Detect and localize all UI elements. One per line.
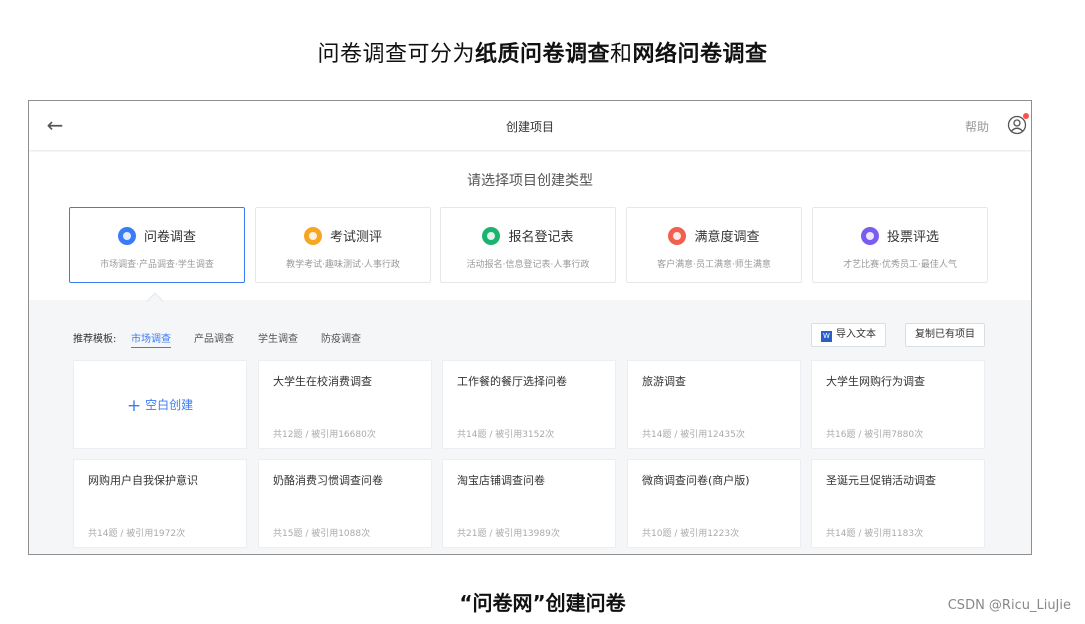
selection-pointer xyxy=(146,292,164,310)
tab-student[interactable]: 学生调查 xyxy=(258,330,298,345)
template-title: 微商调查问卷(商户版) xyxy=(642,474,750,487)
template-title: 大学生在校消费调查 xyxy=(273,375,372,388)
type-card-survey[interactable]: 问卷调查 市场调查·产品调查·学生调查 xyxy=(69,207,245,283)
top-bar: ← 创建项目 帮助 xyxy=(29,101,1031,151)
template-card[interactable]: 工作餐的餐厅选择问卷 共14题 / 被引用3152次 xyxy=(442,360,616,449)
blank-create-label: 空白创建 xyxy=(145,398,194,412)
template-card[interactable]: 圣诞元旦促销活动调查 共14题 / 被引用1183次 xyxy=(811,459,985,548)
template-card[interactable]: 奶酪消费习惯调查问卷 共15题 / 被引用1088次 xyxy=(258,459,432,548)
project-type-panel: 请选择项目创建类型 问卷调查 市场调查·产品调查·学生调查 考试测评 教学考试·… xyxy=(29,152,1031,310)
satisfaction-icon xyxy=(668,227,687,245)
template-meta: 共14题 / 被引用12435次 xyxy=(642,430,745,440)
tab-product[interactable]: 产品调查 xyxy=(194,330,234,345)
type-desc: 客户满意·员工满意·师生满意 xyxy=(657,260,771,270)
type-card-vote[interactable]: 投票评选 才艺比赛·优秀员工·最佳人气 xyxy=(812,207,988,283)
word-doc-icon: W xyxy=(821,331,832,342)
tab-market[interactable]: 市场调查 xyxy=(131,330,171,348)
type-desc: 教学考试·趣味测试·人事行政 xyxy=(286,260,400,270)
template-meta: 共12题 / 被引用16680次 xyxy=(273,430,376,440)
type-card-exam[interactable]: 考试测评 教学考试·趣味测试·人事行政 xyxy=(255,207,431,283)
heading-online: 网络问卷调查 xyxy=(632,42,768,67)
template-title: 奶酪消费习惯调查问卷 xyxy=(273,474,383,487)
template-card[interactable]: 大学生在校消费调查 共12题 / 被引用16680次 xyxy=(258,360,432,449)
survey-check-icon xyxy=(117,227,136,245)
type-label: 问卷调查 xyxy=(143,230,196,245)
template-title: 圣诞元旦促销活动调查 xyxy=(826,474,936,487)
type-prompt: 请选择项目创建类型 xyxy=(467,173,593,189)
registration-icon xyxy=(482,227,501,245)
import-text-label: 导入文本 xyxy=(836,329,876,340)
type-label: 报名登记表 xyxy=(508,230,574,245)
type-desc: 才艺比赛·优秀员工·最佳人气 xyxy=(843,260,957,270)
template-meta: 共16题 / 被引用7880次 xyxy=(826,430,924,440)
template-card[interactable]: 旅游调查 共14题 / 被引用12435次 xyxy=(627,360,801,449)
template-meta: 共14题 / 被引用1972次 xyxy=(88,529,186,539)
exam-icon xyxy=(303,227,322,245)
heading-prefix: 问卷调查可分为 xyxy=(317,42,475,67)
blank-create-card[interactable]: + 空白创建 xyxy=(73,360,247,449)
template-meta: 共14题 / 被引用1183次 xyxy=(826,529,924,539)
screenshot-frame: ← 创建项目 帮助 请选择项目创建类型 问卷调查 市场调查·产品调查·学生调查 … xyxy=(28,100,1032,555)
type-label: 满意度调查 xyxy=(694,230,760,245)
watermark: CSDN @Ricu_LiuJie xyxy=(947,598,1071,613)
notification-dot xyxy=(1023,113,1029,119)
template-meta: 共21题 / 被引用13989次 xyxy=(457,529,560,539)
template-meta: 共15题 / 被引用1088次 xyxy=(273,529,371,539)
copy-project-button[interactable]: 复制已有项目 xyxy=(905,323,985,347)
template-card[interactable]: 大学生网购行为调查 共16题 / 被引用7880次 xyxy=(811,360,985,449)
template-meta: 共10题 / 被引用1223次 xyxy=(642,529,740,539)
type-card-registration[interactable]: 报名登记表 活动报名·信息登记表·人事行政 xyxy=(440,207,616,283)
heading-and: 和 xyxy=(610,42,633,67)
type-label: 考试测评 xyxy=(329,230,382,245)
template-card[interactable]: 网购用户自我保护意识 共14题 / 被引用1972次 xyxy=(73,459,247,548)
type-desc: 市场调查·产品调查·学生调查 xyxy=(100,260,214,270)
heading-paper: 纸质问卷调查 xyxy=(474,42,610,67)
template-title: 淘宝店铺调查问卷 xyxy=(457,474,545,487)
template-meta: 共14题 / 被引用3152次 xyxy=(457,430,555,440)
type-card-satisfaction[interactable]: 满意度调查 客户满意·员工满意·师生满意 xyxy=(626,207,802,283)
back-arrow-icon[interactable]: ← xyxy=(43,113,67,137)
type-desc: 活动报名·信息登记表·人事行政 xyxy=(466,260,590,270)
template-title: 工作餐的餐厅选择问卷 xyxy=(457,375,567,388)
type-label: 投票评选 xyxy=(886,230,939,245)
template-card[interactable]: 微商调查问卷(商户版) 共10题 / 被引用1223次 xyxy=(627,459,801,548)
copy-project-label: 复制已有项目 xyxy=(915,329,975,340)
page-heading: 问卷调查可分为纸质问卷调查和网络问卷调查 xyxy=(0,36,1085,68)
import-text-button[interactable]: W 导入文本 xyxy=(811,323,886,347)
help-link[interactable]: 帮助 xyxy=(965,118,989,135)
plus-icon: + xyxy=(126,396,142,416)
vote-icon xyxy=(860,227,879,245)
template-title: 大学生网购行为调查 xyxy=(826,375,925,388)
template-card[interactable]: 淘宝店铺调查问卷 共21题 / 被引用13989次 xyxy=(442,459,616,548)
template-title: 网购用户自我保护意识 xyxy=(88,474,198,487)
template-toolbar: 推荐模板: 市场调查 产品调查 学生调查 防疫调查 W 导入文本 复制已有项目 xyxy=(29,323,1031,353)
page-title: 创建项目 xyxy=(505,120,554,134)
template-label: 推荐模板: xyxy=(73,334,117,345)
tab-epidemic[interactable]: 防疫调查 xyxy=(321,330,361,345)
template-title: 旅游调查 xyxy=(642,375,686,388)
figure-caption: “问卷网”创建问卷 xyxy=(459,591,626,615)
